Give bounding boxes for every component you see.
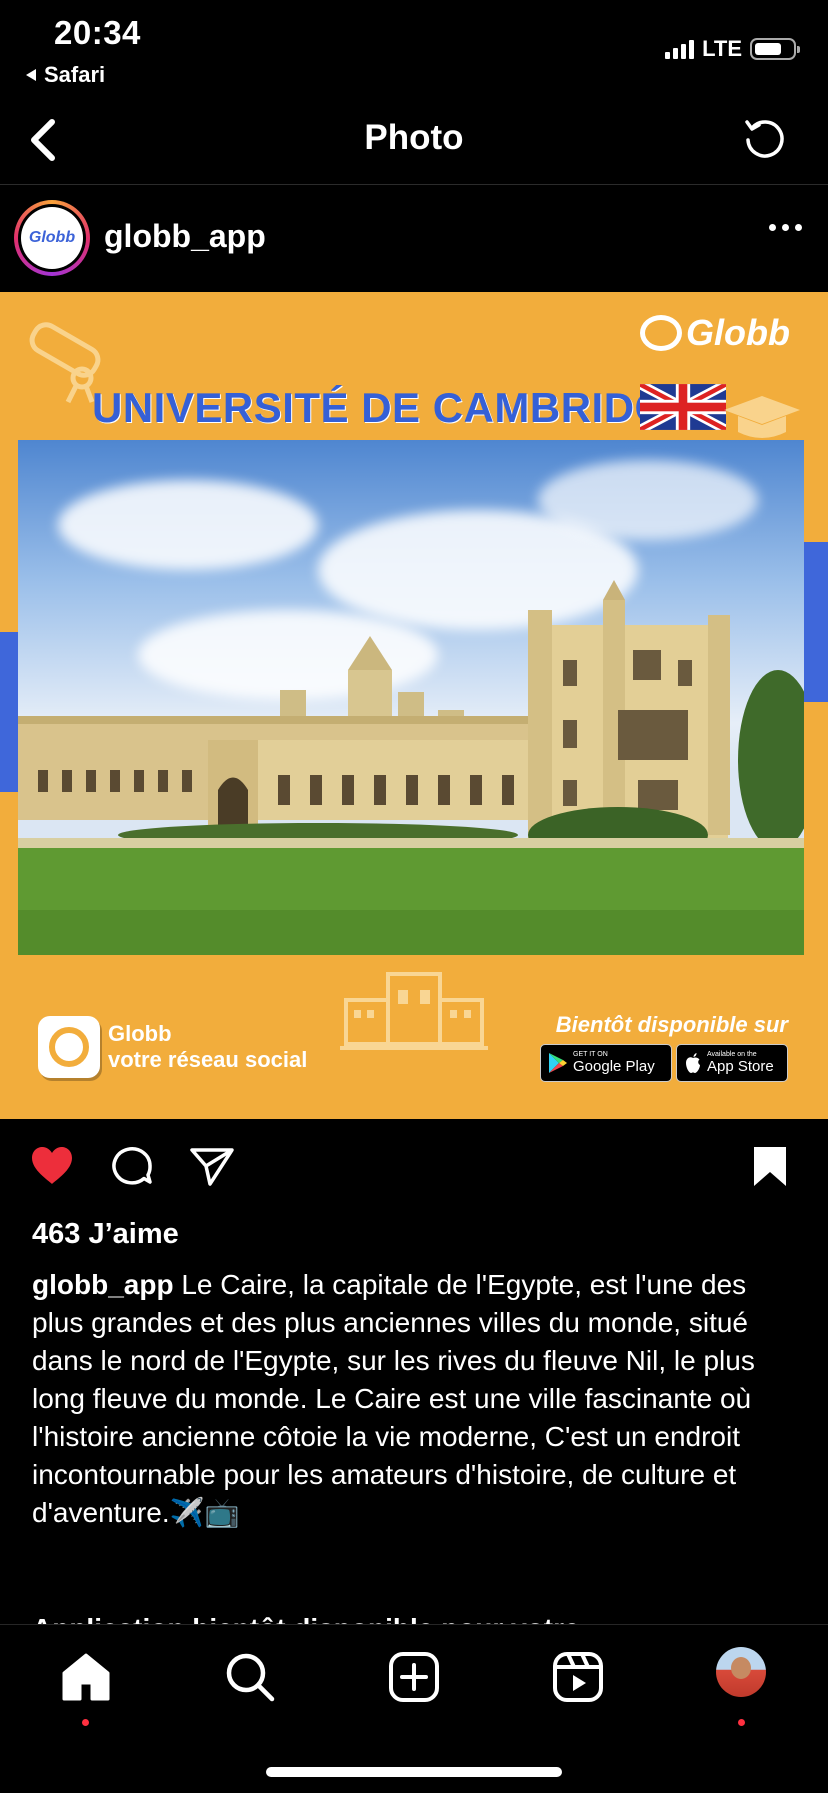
footer-brand: Globb votre réseau social [38,1016,307,1078]
back-app-label: Safari [44,62,106,87]
globb-app-icon [38,1016,100,1078]
like-count[interactable]: 463 J’aime [32,1218,179,1251]
globb-logo: Globb [21,207,83,269]
refresh-icon[interactable] [742,116,788,162]
share-send-icon[interactable] [188,1142,236,1190]
footer-brand-name: Globb [108,1021,172,1046]
building-icon [340,972,488,1050]
post-avatar[interactable]: Globb [14,200,90,276]
network-type: LTE [702,36,742,61]
footer-tagline: votre réseau social [108,1047,308,1072]
brand-logo-text: Globb [686,312,790,353]
decor-stripe-right [804,542,828,702]
availability-text: Bientôt disponible sur [555,1012,788,1037]
add-post-icon[interactable] [386,1649,442,1705]
back-triangle-icon [26,69,36,81]
store-badges: GET IT ON Google Play Available on the A… [540,1044,788,1082]
uk-flag-icon [640,384,726,430]
app-store-big: App Store [707,1058,774,1075]
post-caption: globb_app Le Caire, la capitale de l'Egy… [32,1266,802,1532]
battery-icon [750,38,800,60]
nav-divider [0,184,828,185]
status-indicators: LTE [665,36,800,62]
google-play-icon [549,1053,567,1073]
google-play-badge: GET IT ON Google Play [540,1044,672,1082]
status-time: 20:34 [54,14,141,51]
home-notification-dot [82,1719,89,1726]
search-icon[interactable] [222,1649,278,1705]
reels-icon[interactable] [550,1649,606,1705]
post-username[interactable]: globb_app [104,218,266,255]
apple-icon [686,1053,700,1073]
google-play-big: Google Play [573,1058,655,1075]
like-heart-icon[interactable] [28,1142,76,1190]
brand-logo: Globb [640,312,790,354]
app-store-badge: Available on the App Store [676,1044,788,1082]
poster-headline: UNIVERSITÉ DE CAMBRIDGE [92,384,697,431]
bottom-tab-bar [0,1624,828,1793]
college-building-illustration [18,580,804,955]
post-image[interactable]: Globb UNIVERSITÉ DE CAMBRIDGE Globb votr… [0,292,828,1119]
caption-text: Le Caire, la capitale de l'Egypte, est l… [32,1269,755,1528]
bookmark-icon[interactable] [746,1142,794,1190]
back-to-safari[interactable]: Safari [24,62,105,88]
graduation-cap-icon [724,396,800,438]
page-title: Photo [364,118,464,157]
caption-username[interactable]: globb_app [32,1269,174,1300]
profile-avatar-icon[interactable] [716,1647,766,1697]
cambridge-photo [18,440,804,955]
home-indicator [266,1767,562,1777]
home-icon[interactable] [58,1649,114,1705]
decor-stripe-left [0,632,18,792]
more-options-icon[interactable] [769,224,802,231]
comment-icon[interactable] [108,1142,156,1190]
profile-notification-dot [738,1719,745,1726]
signal-icon [665,39,695,59]
